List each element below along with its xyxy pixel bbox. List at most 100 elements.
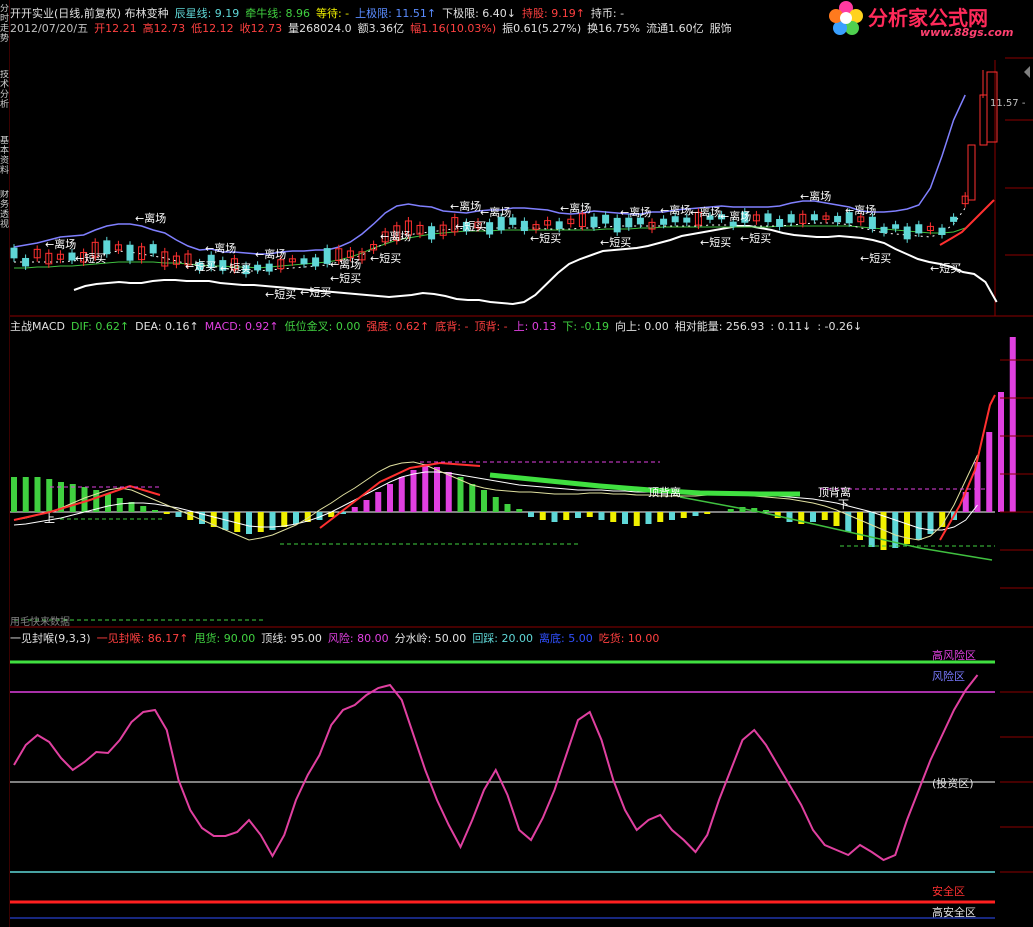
macd-bar bbox=[105, 494, 111, 512]
macd-bar bbox=[422, 464, 429, 512]
signal-leave: ←离场 bbox=[330, 257, 361, 271]
macd-bar bbox=[539, 512, 546, 520]
quote-item: 额3.36亿 bbox=[357, 22, 405, 35]
macd-item: 底背: - bbox=[435, 320, 469, 333]
macd-bar bbox=[22, 477, 29, 512]
candle-body bbox=[126, 244, 134, 261]
macd-bar bbox=[516, 509, 523, 512]
signal-leave: ←离场 bbox=[205, 241, 236, 255]
macd-bar bbox=[398, 477, 405, 512]
signal-buy: ←短买 bbox=[530, 231, 561, 245]
signal-leave: ←离场 bbox=[450, 199, 481, 213]
candle-body bbox=[915, 224, 923, 234]
signal-buy: ←短买 bbox=[600, 235, 631, 249]
candle-body bbox=[312, 257, 320, 267]
logo: 分析家公式网 www.88gs.com bbox=[828, 0, 1033, 40]
signal-buy: ←短买 bbox=[185, 259, 216, 273]
macd-bar bbox=[669, 512, 675, 520]
cross-down-label: 下 bbox=[838, 498, 849, 511]
chart-canvas: ←离场←离场 ←离场 ←离场←离场←离场←离场←离场 ←离场 ←离场 ←离场←离场←离场←… bbox=[9, 57, 1033, 919]
zone-high-risk: 高风险区 bbox=[932, 649, 976, 662]
signal-buy: ←短买 bbox=[860, 251, 891, 265]
macd-item: MACD: 0.92↑ bbox=[204, 320, 279, 333]
macd-bar bbox=[457, 477, 464, 512]
macd-bar bbox=[904, 512, 910, 544]
candle-body bbox=[149, 244, 157, 254]
signal-buy: ←短买 bbox=[265, 287, 296, 301]
osc-item: 一见封喉: 86.17↑ bbox=[96, 632, 189, 645]
macd-bar bbox=[492, 497, 499, 512]
strength-green-band bbox=[489, 472, 800, 497]
quote-item: 流通1.60亿 bbox=[646, 22, 704, 35]
candle-body bbox=[967, 144, 976, 201]
signal-leave: ←离场 bbox=[660, 203, 691, 217]
osc-item: 顶线: 95.00 bbox=[261, 632, 322, 645]
osc-item: 一见封喉(9,3,3) bbox=[10, 632, 91, 645]
macd-bar bbox=[434, 467, 440, 512]
candle-body bbox=[497, 216, 505, 231]
macd-bar bbox=[657, 512, 664, 522]
macd-bar bbox=[727, 509, 734, 512]
macd-bar bbox=[598, 512, 605, 520]
candle-body bbox=[428, 226, 436, 240]
signal-leave: ←离场 bbox=[135, 211, 166, 225]
signal-buy: ←短买 bbox=[455, 219, 486, 233]
macd-bar bbox=[257, 512, 264, 532]
candle-body bbox=[265, 263, 273, 272]
signal-leave: ←离场 bbox=[620, 205, 651, 219]
macd-bar bbox=[986, 432, 993, 512]
macd-item: DIF: 0.62↑ bbox=[70, 320, 130, 333]
macd-item: 低位金叉: 0.00 bbox=[284, 320, 361, 333]
candle-body bbox=[938, 227, 946, 236]
signal-buy: ←短买 bbox=[700, 235, 731, 249]
flower-logo-icon bbox=[829, 1, 863, 35]
macd-bar bbox=[116, 498, 123, 512]
macd-item: 主战MACD bbox=[10, 320, 65, 333]
macd-item: 向上: 0.00 bbox=[615, 320, 669, 333]
macd-item: : 0.11↓ bbox=[770, 320, 812, 333]
macd-bar bbox=[680, 512, 687, 518]
macd-bar bbox=[69, 484, 76, 512]
zone-safe: 安全区 bbox=[932, 885, 965, 898]
header-item: 下极限: 6.40↓ bbox=[442, 7, 516, 20]
macd-footer: 用毛快来数据 bbox=[10, 617, 70, 628]
macd-bar bbox=[410, 470, 417, 512]
signal-buy: ←短买 bbox=[330, 271, 361, 285]
candle-body bbox=[555, 221, 563, 229]
macd-bar bbox=[11, 477, 17, 512]
tab-intraday[interactable]: 分时走势 bbox=[0, 4, 9, 64]
tab-fundamentals[interactable]: 基本资料 bbox=[0, 136, 9, 184]
tab-technical[interactable]: 技术分析 bbox=[0, 70, 9, 130]
macd-bar bbox=[586, 512, 593, 517]
signal-leave: ←离场 bbox=[560, 201, 591, 215]
macd-bar bbox=[833, 512, 840, 526]
quote-item: 服饰 bbox=[709, 22, 732, 35]
quote-item: 换16.75% bbox=[587, 22, 641, 35]
macd-bar bbox=[469, 484, 476, 512]
indicator-header-row1: 开开实业(日线,前复权) 布林变种 辰星线: 9.19 牵牛线: 8.96 等待: -… bbox=[10, 5, 630, 21]
macd-bar bbox=[163, 512, 170, 514]
candle-body bbox=[880, 226, 888, 234]
macd-bar bbox=[445, 472, 452, 512]
macd-bar bbox=[528, 512, 534, 517]
signal-buy: ←短买 bbox=[220, 261, 251, 275]
macd-bar bbox=[293, 512, 299, 524]
trend-red-line bbox=[939, 199, 995, 246]
top-divergence-label: 顶背离 bbox=[648, 485, 681, 499]
tab-finance[interactable]: 财务透视 bbox=[0, 190, 9, 240]
indicator-header-row2: 2012/07/20/五 开12.21 高12.73 低12.12 收12.73 量268… bbox=[10, 20, 738, 36]
macd-bar bbox=[481, 490, 487, 512]
quote-item: 振0.61(5.27%) bbox=[502, 22, 582, 35]
macd-item: DEA: 0.16↑ bbox=[135, 320, 199, 333]
signal-buy: ←短买 bbox=[75, 251, 106, 265]
macd-item: 顶背: - bbox=[474, 320, 508, 333]
macd-item: 相对能量: 256.93 bbox=[674, 320, 765, 333]
macd-bar bbox=[610, 512, 617, 522]
macd-bar bbox=[563, 512, 570, 520]
macd-item: 下: -0.19 bbox=[562, 320, 609, 333]
macd-bar bbox=[868, 512, 875, 547]
candle-body bbox=[671, 216, 679, 223]
header-item: 上极限: 11.51↑ bbox=[355, 7, 437, 20]
macd-bar bbox=[375, 492, 382, 512]
macd-bar bbox=[152, 510, 158, 512]
